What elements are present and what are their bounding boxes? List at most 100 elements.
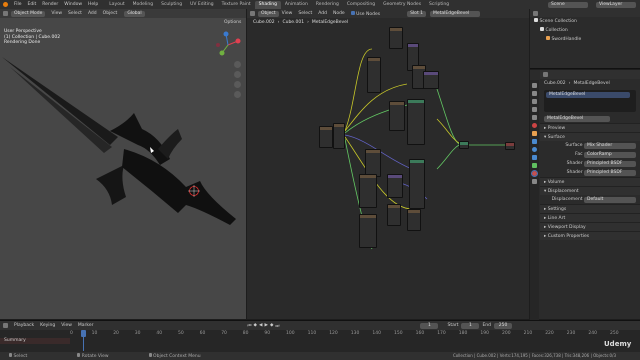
material-name-field[interactable]: MetalEdgeBevel (544, 115, 610, 122)
node-mapping[interactable] (333, 123, 345, 149)
tab-scripting[interactable]: Scripting (425, 1, 453, 9)
section-displacement-label: Displacement (547, 189, 579, 194)
node-principled-bsdf-2[interactable] (409, 159, 425, 209)
node-math-2[interactable] (365, 149, 381, 177)
section-settings[interactable]: ▸ Settings (540, 204, 640, 213)
timeline-menu-view[interactable]: View (58, 323, 75, 328)
current-frame-field[interactable]: 1 (420, 322, 439, 329)
shader-value-1[interactable]: Principled BSDF (584, 161, 636, 167)
timeline-tick-label: 200 (502, 331, 511, 336)
displacement-value[interactable]: Default (584, 197, 636, 203)
output-tab-icon[interactable] (532, 99, 537, 104)
tab-animation[interactable]: Animation (281, 1, 312, 9)
section-volume[interactable]: ▸ Volume (540, 177, 640, 186)
tab-shading[interactable]: Shading (254, 0, 281, 9)
object-tab-icon[interactable] (532, 131, 537, 136)
section-displacement[interactable]: ▾ Displacement (540, 186, 640, 195)
section-viewport-display[interactable]: ▸ Viewport Display (540, 222, 640, 231)
node-colorramp-2[interactable] (423, 71, 439, 89)
section-preview[interactable]: ▸ Preview (540, 123, 640, 132)
node-material-output[interactable] (505, 142, 515, 150)
status-rotate: Rotate View (74, 353, 111, 359)
node-texture-coordinate[interactable] (319, 126, 333, 148)
data-tab-icon[interactable] (532, 163, 537, 168)
node-wires (344, 48, 507, 250)
material-slot-list[interactable]: MetalEdgeBevel (544, 90, 636, 112)
tab-layout[interactable]: Layout (105, 1, 128, 9)
menu-render[interactable]: Render (39, 2, 61, 7)
section-surface[interactable]: ▾ Surface (540, 132, 640, 141)
timeline-menu-keying[interactable]: Keying (37, 323, 58, 328)
node-value-1[interactable] (387, 204, 401, 226)
collection-label: Collection (545, 28, 568, 33)
node-principled-bsdf-1[interactable] (407, 99, 425, 145)
tab-geometry-nodes[interactable]: Geometry Nodes (379, 1, 425, 9)
outliner-item-swordhandle[interactable]: SwordHandle (530, 35, 640, 44)
blender-logo-icon[interactable] (3, 2, 8, 7)
tab-modeling[interactable]: Modeling (129, 1, 157, 9)
node-colorramp-3[interactable] (387, 174, 403, 198)
tab-compositing[interactable]: Compositing (343, 1, 379, 9)
view-layer-selector[interactable]: ViewLayer (596, 2, 636, 8)
tab-texture-paint[interactable]: Texture Paint (218, 1, 255, 9)
properties-editor[interactable]: Cube.002 › MetalEdgeBevel MetalEdgeBevel… (530, 70, 640, 320)
next-keyframe-icon[interactable]: ◆ (270, 323, 273, 328)
section-line-art[interactable]: ▸ Line Art (540, 213, 640, 222)
menu-window[interactable]: Window (61, 2, 85, 7)
view-layer-tab-icon[interactable] (532, 107, 537, 112)
playhead[interactable] (81, 330, 86, 337)
physics-tab-icon[interactable] (532, 147, 537, 152)
summary-row[interactable]: Summary (0, 338, 70, 344)
world-tab-icon[interactable] (532, 123, 537, 128)
timeline[interactable]: Playback Keying View Marker ⏮ ◆ ◀ ▶ ◆ ⏭ … (0, 320, 640, 352)
outliner-item-collection[interactable]: Collection (530, 26, 640, 35)
tab-sculpting[interactable]: Sculpting (157, 1, 186, 9)
node-mix-shader[interactable] (459, 141, 469, 149)
material-slot-item[interactable]: MetalEdgeBevel (546, 92, 630, 98)
tool-tab-icon[interactable] (532, 83, 537, 88)
material-tab-icon[interactable] (531, 170, 538, 177)
constraints-tab-icon[interactable] (532, 155, 537, 160)
timeline-menu-marker[interactable]: Marker (75, 323, 97, 328)
3d-viewport[interactable]: Object Mode View Select Add Object Globa… (0, 9, 246, 319)
texture-tab-icon[interactable] (532, 179, 537, 184)
menu-file[interactable]: File (11, 2, 25, 7)
properties-type-icon[interactable] (543, 72, 548, 77)
outliner-header (530, 9, 640, 17)
node-noise-1[interactable] (367, 57, 381, 93)
play-reverse-icon[interactable]: ◀ (259, 323, 262, 328)
scene-tab-icon[interactable] (532, 115, 537, 120)
menu-help[interactable]: Help (85, 2, 101, 7)
timeline-menu-playback[interactable]: Playback (11, 323, 37, 328)
scene-selector[interactable]: Scene (548, 2, 588, 8)
outliner-scene-collection[interactable]: Scene Collection (530, 17, 640, 26)
timeline-ruler[interactable]: 0 10 20 30 40 50 60 70 80 90 100 110 120 130 140 150 160… (70, 331, 619, 337)
section-custom-properties[interactable]: ▸ Custom Properties (540, 231, 640, 240)
tab-rendering[interactable]: Rendering (312, 1, 343, 9)
node-math-1[interactable] (389, 101, 405, 131)
jump-start-icon[interactable]: ⏮ (247, 323, 251, 329)
modifier-tab-icon[interactable] (532, 139, 537, 144)
outliner[interactable]: Scene Collection Collection SwordHandle (530, 9, 640, 69)
tab-uv-editing[interactable]: UV Editing (186, 1, 217, 9)
prev-keyframe-icon[interactable]: ◆ (254, 323, 257, 328)
shader-value-2[interactable]: Principled BSDF (584, 170, 636, 176)
node-bump-2[interactable] (407, 209, 421, 231)
shader-node-editor[interactable]: Object View Select Add Node Use Nodes Sl… (247, 9, 529, 319)
editor-type-icon[interactable] (3, 323, 8, 328)
play-icon[interactable]: ▶ (264, 323, 267, 328)
node-noise-2[interactable] (389, 27, 403, 49)
start-frame-field[interactable]: 1 (461, 322, 480, 329)
node-noise-4[interactable] (359, 214, 377, 248)
jump-end-icon[interactable]: ⏭ (275, 323, 279, 329)
outliner-type-icon[interactable] (533, 10, 538, 16)
timeline-tick-label: 140 (372, 331, 381, 336)
fac-value[interactable]: ColorRamp (584, 152, 636, 158)
menu-edit[interactable]: Edit (25, 2, 40, 7)
timeline-tick-label: 210 (523, 331, 533, 336)
sword-model[interactable] (0, 9, 246, 319)
node-noise-3[interactable] (359, 174, 377, 208)
render-tab-icon[interactable] (532, 91, 537, 96)
end-frame-field[interactable]: 250 (494, 322, 513, 329)
surface-value[interactable]: Mix Shader (584, 143, 636, 149)
